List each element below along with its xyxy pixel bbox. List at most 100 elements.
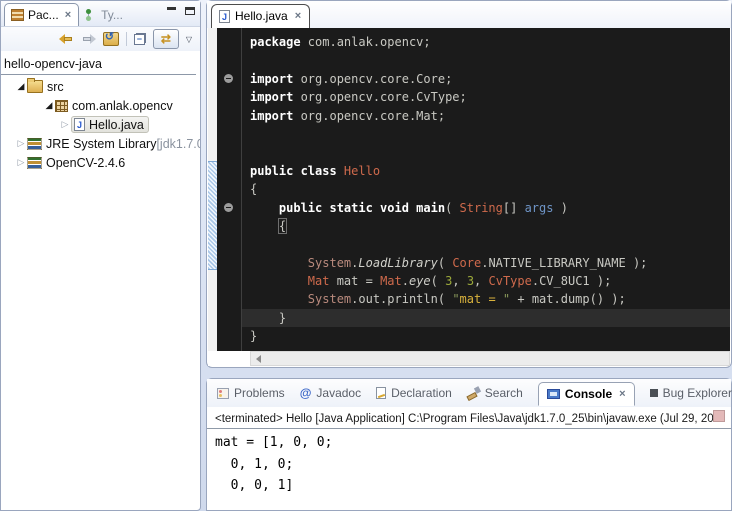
close-icon[interactable]: × [293,10,301,22]
tree-item-src[interactable]: ◢ src [1,77,200,96]
tab-console[interactable]: Console × [538,382,635,406]
code-line [242,51,730,69]
maximize-icon[interactable] [185,7,195,15]
bug-icon [650,389,658,397]
project-separator [1,74,196,75]
tab-type-hierarchy[interactable]: Ty... [79,4,130,26]
tree-item-label: com.anlak.opencv [72,99,173,113]
minimize-icon[interactable] [167,7,176,18]
expand-arrow-icon[interactable]: ▷ [15,138,27,149]
editor-tabbar: Hello.java × [207,1,731,28]
code-line: System.out.println( "mat = " + mat.dump(… [242,290,730,308]
library-icon [27,157,42,169]
code-line: import org.opencv.core.Core; [242,70,730,88]
code-line: } [242,309,730,327]
code-line: import org.opencv.core.Mat; [242,107,730,125]
code-line [242,235,730,253]
console-title: <terminated> Hello [Java Application] C:… [207,407,731,429]
close-icon[interactable]: × [617,388,625,400]
tree-item-opencv-2-4-6[interactable]: ▷ OpenCV-2.4.6 [1,153,200,172]
declaration-icon [376,387,386,399]
collapse-arrow-icon[interactable]: ◢ [15,81,27,92]
tab-label: Pac... [28,8,59,22]
eclipse-workbench: Pac... × Ty... ⇄ ▽ hello-opencv-java [0,0,732,511]
console-panel: Problems @ Javadoc Declaration Search Console… [206,378,732,511]
console-tab-label: Search [485,386,523,400]
expand-arrow-icon[interactable]: ▷ [59,119,71,130]
tree-item-decorator: [jdk1.7.0 [156,137,200,151]
range-indicator-gutter [208,28,217,351]
forward-icon[interactable] [81,34,96,44]
editor-body: package com.anlak.opencv; import org.open… [208,28,730,351]
code-line: package com.anlak.opencv; [242,33,730,51]
fold-toggle-icon[interactable] [224,203,233,212]
code-line [242,143,730,161]
tree-item-jre-system-library[interactable]: ▷ JRE System Library [jdk1.7.0 [1,134,200,153]
tab-bug-explorer[interactable]: Bug Explorer [650,386,732,400]
package-icon [55,100,68,112]
toolbar-separator [126,32,127,46]
console-tab-label: Bug Explorer [663,386,732,400]
tree-item-label: JRE System Library [46,137,156,151]
tab-search[interactable]: Search [467,386,523,400]
code-line: System.LoadLibrary( Core.NATIVE_LIBRARY_… [242,254,730,272]
code-line: Mat mat = Mat.eye( 3, 3, CvType.CV_8UC1 … [242,272,730,290]
package-explorer-tabbar: Pac... × Ty... [1,1,200,27]
expand-arrow-icon[interactable]: ▷ [15,157,27,168]
code-line: } [242,327,730,345]
java-file-icon [219,10,230,23]
scroll-left-icon[interactable] [256,355,261,363]
tab-hello-java[interactable]: Hello.java × [211,4,310,28]
tree-item-hello-java[interactable]: ▷ Hello.java [1,115,200,134]
collapse-arrow-icon[interactable]: ◢ [43,100,55,111]
code-line: import org.opencv.core.CvType; [242,88,730,106]
tab-problems[interactable]: Problems [217,386,285,400]
console-tab-label: Console [565,387,612,401]
tab-javadoc[interactable]: @ Javadoc [300,386,361,400]
editor-panel: Hello.java × package com.anlak.opencv; im… [206,0,732,368]
search-icon [467,387,480,399]
horizontal-scrollbar[interactable] [208,351,730,366]
code-line: public static void main( String[] args ) [242,199,730,217]
console-tab-label: Javadoc [316,386,361,400]
problems-icon [217,388,229,399]
code-line [242,125,730,143]
package-explorer-toolbar: ⇄ ▽ [1,27,200,51]
java-file-icon [74,118,85,131]
terminate-icon[interactable] [713,410,725,422]
up-icon[interactable] [103,32,119,46]
tree-item-label: Hello.java [89,118,144,132]
tree-item-project[interactable]: hello-opencv-java [1,55,200,74]
close-icon[interactable]: × [63,9,71,21]
console-tab-label: Declaration [391,386,452,400]
console-tabbar: Problems @ Javadoc Declaration Search Console… [207,379,731,407]
package-explorer-panel: Pac... × Ty... ⇄ ▽ hello-opencv-java [0,0,201,511]
code-editor[interactable]: package com.anlak.opencv; import org.open… [242,28,730,351]
code-line: { [242,180,730,198]
tab-label: Ty... [101,8,123,22]
package-explorer-icon [11,9,24,21]
link-with-editor-icon[interactable]: ⇄ [153,29,179,49]
view-menu-icon[interactable]: ▽ [186,35,192,44]
tree-item-com-anlak-opencv[interactable]: ◢ com.anlak.opencv [1,96,200,115]
console-output: mat = [1, 0, 0; 0, 1, 0; 0, 0, 1] [207,429,731,500]
tab-package-explorer[interactable]: Pac... × [4,3,79,26]
javadoc-icon: @ [300,386,312,400]
folder-icon [27,80,43,93]
code-line: public class Hello [242,162,730,180]
console-tab-label: Problems [234,386,285,400]
fold-toggle-icon[interactable] [224,74,233,83]
tree-item-label: src [47,80,64,94]
code-line: { [242,217,730,235]
type-hierarchy-icon [85,9,97,21]
collapse-all-icon[interactable] [134,33,146,45]
editor-tab-label: Hello.java [235,9,288,23]
back-icon[interactable] [59,34,74,44]
project-tree: hello-opencv-java ◢src◢com.anlak.opencv▷… [1,51,200,172]
tree-item-label: OpenCV-2.4.6 [46,156,125,170]
console-icon [547,389,560,399]
folding-ruler [217,28,242,351]
library-icon [27,138,42,150]
range-indicator [208,161,217,270]
tab-declaration[interactable]: Declaration [376,386,452,400]
